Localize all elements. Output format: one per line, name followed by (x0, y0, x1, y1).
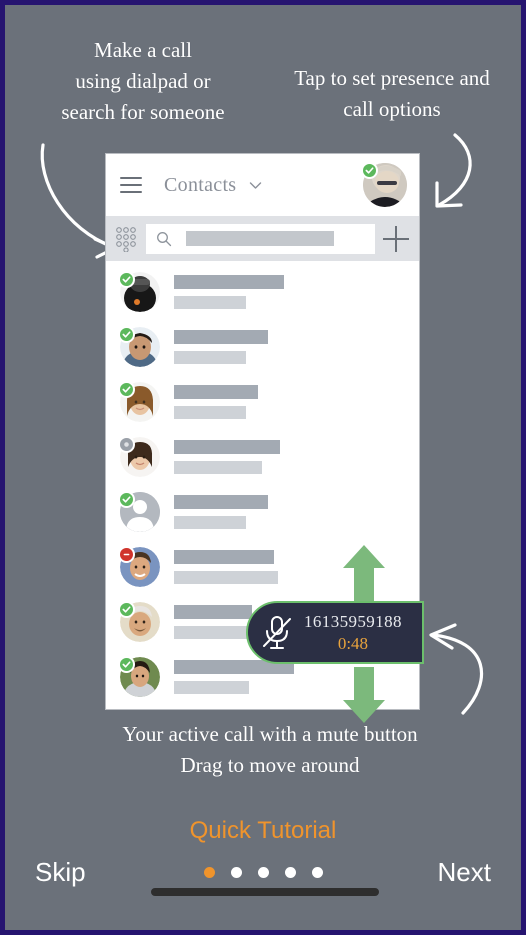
contact-name-block (174, 274, 284, 309)
contact-avatar (118, 325, 160, 367)
presence-badge-available (118, 270, 135, 288)
call-info: 16135959188 0:48 (304, 612, 402, 654)
contact-avatar (118, 380, 160, 422)
presence-badge-available (118, 325, 135, 343)
contact-subtitle-bar (174, 515, 246, 529)
callout-text-right: Tap to set presence and call options (294, 66, 490, 122)
contact-name-block (174, 549, 278, 584)
contact-name-block (174, 604, 252, 639)
contact-avatar (118, 655, 160, 697)
search-input[interactable] (146, 223, 375, 254)
presence-badge-available (361, 162, 378, 179)
list-item[interactable] (106, 374, 419, 429)
list-item[interactable] (106, 319, 419, 374)
call-phone-number: 16135959188 (304, 611, 402, 631)
presence-badge-available (118, 655, 135, 673)
search-bar (106, 216, 419, 261)
pagination-dot[interactable] (257, 867, 269, 878)
chevron-down-icon[interactable] (249, 179, 262, 192)
search-placeholder-bar (186, 231, 334, 246)
contact-name-block (174, 659, 294, 694)
arrow-to-call-widget-icon (429, 623, 484, 715)
presence-badge-busy (118, 545, 135, 563)
presence-badge-available (118, 380, 135, 398)
presence-badge-offline (118, 435, 135, 453)
contact-name-bar (174, 329, 268, 344)
contact-name-bar (174, 549, 274, 564)
hamburger-menu-icon[interactable] (120, 177, 142, 193)
list-item[interactable] (106, 484, 419, 539)
call-duration-timer: 0:48 (337, 633, 369, 653)
contact-name-bar (174, 604, 252, 619)
drag-arrow-up-icon[interactable] (341, 543, 387, 603)
presence-badge-available (118, 600, 135, 618)
contact-avatar (118, 435, 160, 477)
list-item[interactable] (106, 264, 419, 319)
pagination-dot[interactable] (311, 867, 323, 878)
active-call-widget[interactable]: 16135959188 0:48 (246, 601, 424, 664)
presence-badge-available (118, 490, 135, 508)
contact-subtitle-bar (174, 680, 249, 694)
app-header: Contacts (106, 154, 419, 216)
drag-arrow-down-icon[interactable] (341, 665, 387, 725)
contact-name-bar (174, 494, 268, 509)
contact-name-block (174, 494, 268, 529)
contact-avatar (118, 600, 160, 642)
pagination-dot[interactable] (230, 867, 242, 878)
contact-name-bar (174, 274, 284, 289)
contact-subtitle-bar (174, 625, 252, 639)
arrow-to-avatar-icon (435, 133, 472, 208)
contact-name-bar (174, 439, 280, 454)
home-indicator[interactable] (151, 888, 379, 896)
contact-avatar-placeholder (118, 490, 160, 532)
contact-name-block (174, 439, 280, 474)
callout-text-left: Make a call using dialpad or search for … (61, 38, 225, 125)
tutorial-overlay-screen: Make a call using dialpad or search for … (0, 0, 526, 935)
contact-subtitle-bar (174, 460, 262, 474)
microphone-muted-icon[interactable] (260, 613, 294, 653)
contact-name-block (174, 384, 258, 419)
pagination-dots (5, 867, 521, 878)
dialpad-icon[interactable] (114, 226, 138, 253)
contact-subtitle-bar (174, 405, 246, 419)
contact-subtitle-bar (174, 295, 246, 309)
contact-name-bar (174, 384, 258, 399)
page-title: Contacts (164, 173, 237, 196)
avatar[interactable] (361, 162, 407, 207)
add-contact-button[interactable] (383, 225, 409, 252)
contact-subtitle-bar (174, 350, 246, 364)
callout-text-bottom: Your active call with a mute button Drag… (122, 722, 418, 778)
contact-subtitle-bar (174, 570, 278, 584)
pagination-dot[interactable] (284, 867, 296, 878)
contact-name-block (174, 329, 268, 364)
contact-avatar (118, 545, 160, 587)
pagination-dot[interactable] (203, 867, 215, 878)
tutorial-title: Quick Tutorial (189, 817, 337, 844)
contact-avatar (118, 270, 160, 312)
search-icon (156, 231, 172, 247)
list-item[interactable] (106, 429, 419, 484)
